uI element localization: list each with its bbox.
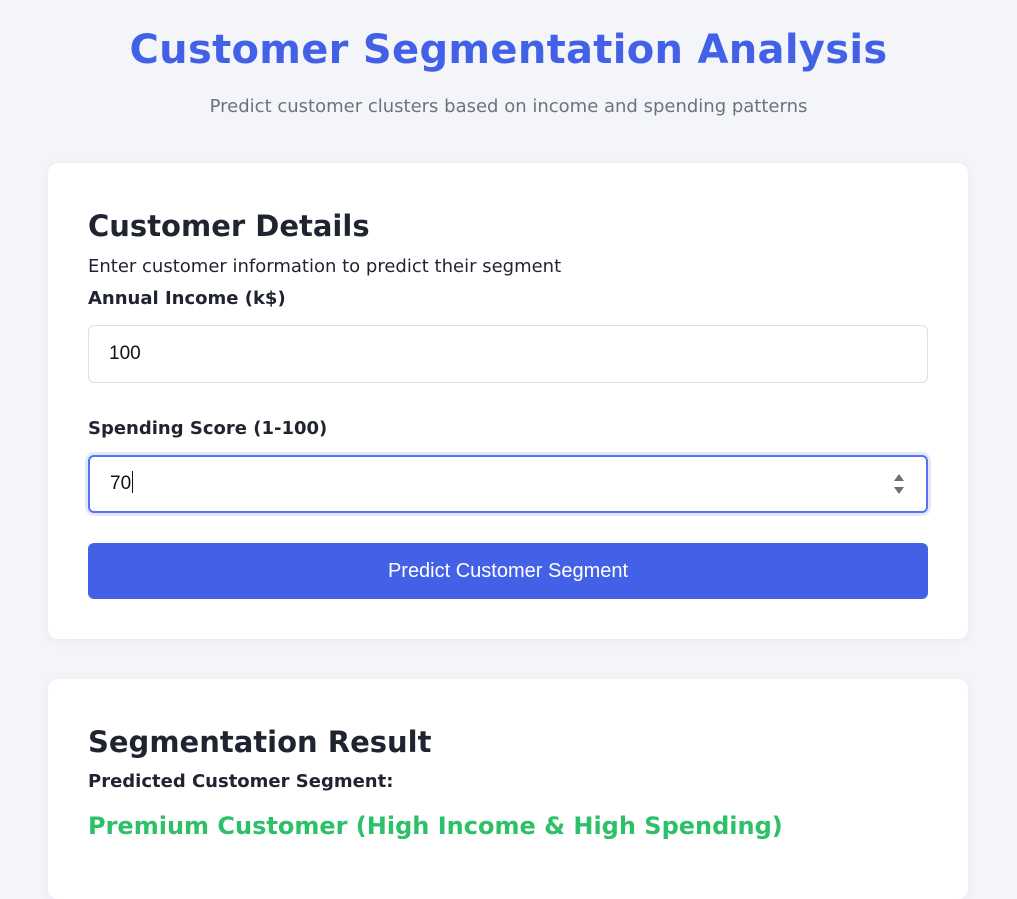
customer-details-card: Customer Details Enter customer informat… (48, 163, 968, 639)
segmentation-result-title: Segmentation Result (88, 725, 432, 759)
customer-details-description: Enter customer information to predict th… (88, 256, 562, 277)
annual-income-value: 100 (109, 343, 141, 364)
predicted-segment-value: Premium Customer (High Income & High Spe… (88, 812, 783, 840)
page-title: Customer Segmentation Analysis (129, 27, 888, 73)
spending-score-value: 70 (110, 473, 132, 494)
number-stepper-icon[interactable] (892, 471, 906, 497)
annual-income-label: Annual Income (k$) (88, 288, 286, 309)
customer-details-title: Customer Details (88, 209, 370, 243)
predict-segment-button[interactable]: Predict Customer Segment (88, 543, 928, 599)
segmentation-result-card: Segmentation Result Predicted Customer S… (48, 679, 968, 899)
annual-income-input[interactable]: 100 (88, 325, 928, 383)
spending-score-label: Spending Score (1-100) (88, 418, 328, 439)
text-caret (132, 471, 134, 494)
predicted-segment-label: Predicted Customer Segment: (88, 771, 394, 792)
page-subtitle: Predict customer clusters based on incom… (209, 96, 808, 117)
spending-score-input[interactable]: 70 (88, 455, 928, 513)
